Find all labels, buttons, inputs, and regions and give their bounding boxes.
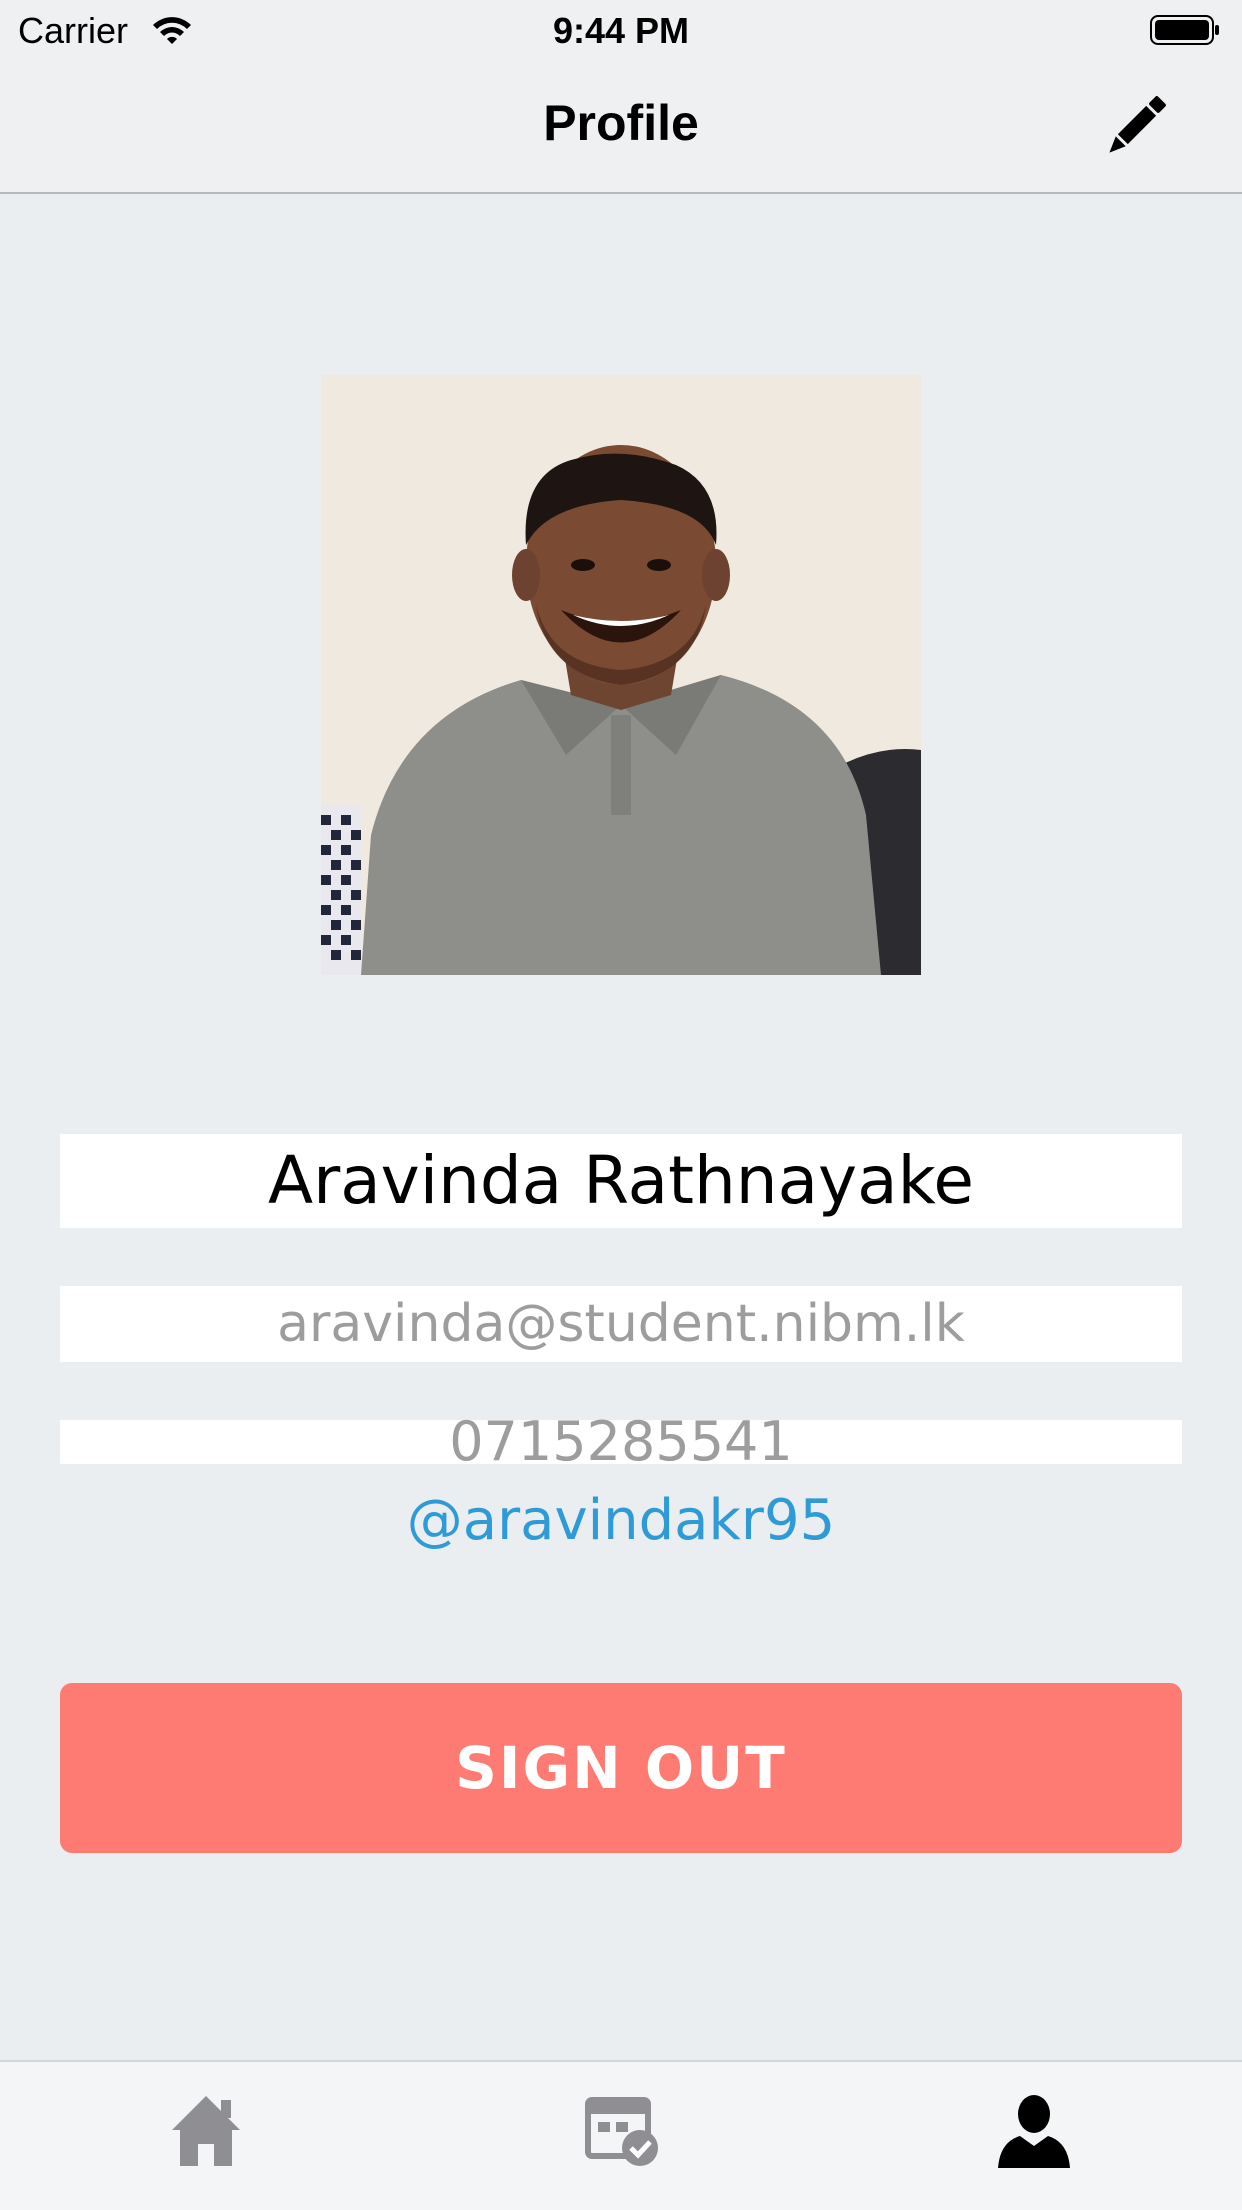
email-field: aravinda@student.nibm.lk	[60, 1286, 1182, 1362]
profile-phone: 0715285541	[449, 1410, 793, 1473]
phone-field: 0715285541	[60, 1412, 1182, 1472]
home-icon	[172, 2096, 240, 2166]
page-title: Profile	[543, 95, 699, 151]
twitter-handle-link[interactable]: @aravindakr95	[0, 1488, 1242, 1553]
tab-bar	[0, 2060, 1242, 2210]
tab-profile[interactable]	[934, 2062, 1134, 2210]
sign-out-button[interactable]: SIGN OUT	[60, 1683, 1182, 1853]
profile-email: aravinda@student.nibm.lk	[277, 1294, 965, 1354]
battery-icon	[1150, 15, 1220, 45]
profile-photo	[321, 375, 921, 975]
navigation-bar: Profile	[0, 60, 1242, 194]
pencil-icon	[1109, 96, 1166, 153]
edit-profile-button[interactable]	[1096, 84, 1178, 166]
status-time: 9:44 PM	[552, 10, 690, 51]
status-bar: Carrier 9:44 PM	[0, 0, 1242, 60]
person-icon	[998, 2095, 1070, 2168]
tab-events[interactable]	[522, 2062, 722, 2210]
name-field: Aravinda Rathnayake	[60, 1134, 1182, 1228]
tab-home[interactable]	[106, 2062, 306, 2210]
profile-name: Aravinda Rathnayake	[267, 1142, 975, 1219]
event-check-icon	[585, 2097, 658, 2166]
